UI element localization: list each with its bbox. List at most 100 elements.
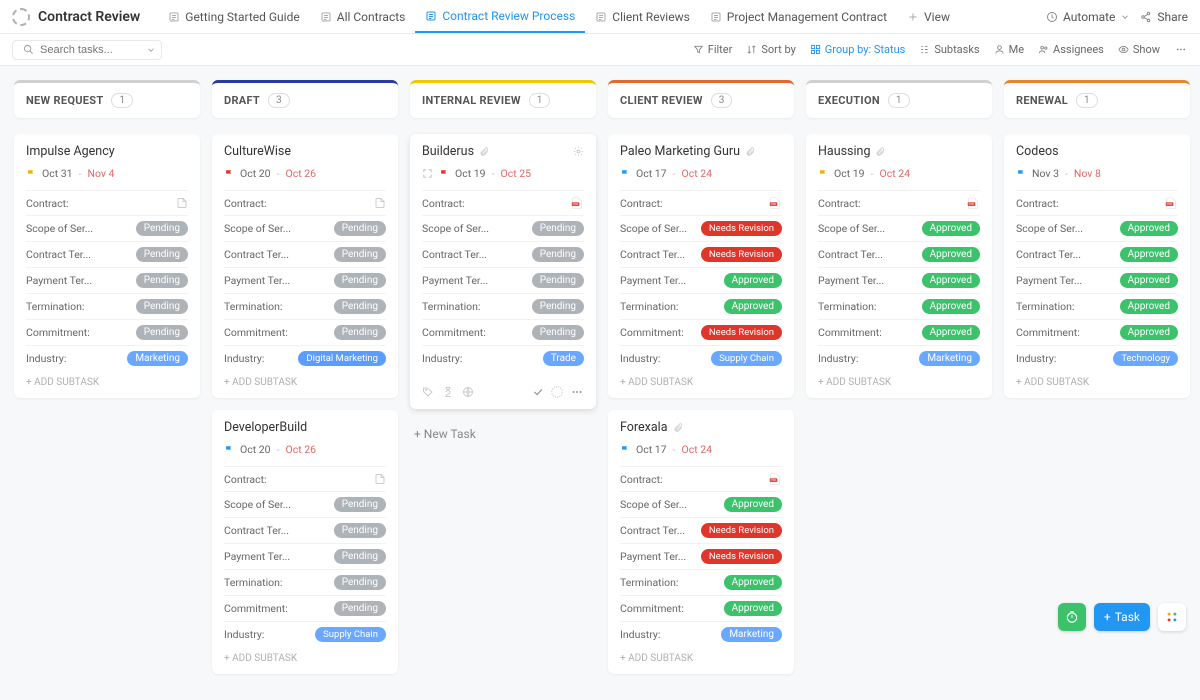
sortby-button[interactable]: Sort by — [746, 43, 795, 56]
field-label: Contract Ter... — [224, 248, 289, 261]
column-header[interactable]: CLIENT REVIEW3 — [608, 80, 794, 118]
svg-text:PDF: PDF — [771, 478, 777, 482]
groupby-button[interactable]: Group by: Status — [810, 43, 906, 56]
field-label: Contract: — [26, 197, 69, 210]
flag-icon[interactable] — [26, 169, 36, 179]
column-header[interactable]: NEW REQUEST1 — [14, 80, 200, 118]
field-label: Termination: — [26, 300, 84, 313]
field-row: Scope of Ser...Approved — [1016, 215, 1178, 241]
card-dates: Oct 19-Oct 24 — [818, 167, 980, 180]
apps-fab[interactable] — [1158, 603, 1186, 631]
subtasks-button[interactable]: Subtasks — [919, 43, 979, 56]
field-contract: Contract:PDF — [620, 190, 782, 215]
card[interactable]: Forexala Oct 17-Oct 24Contract:PDFScope … — [608, 410, 794, 674]
field-label: Scope of Ser... — [224, 498, 291, 511]
card[interactable]: Paleo Marketing Guru Oct 17-Oct 24Contra… — [608, 134, 794, 398]
add-subtask-button[interactable]: + ADD SUBTASK — [1016, 371, 1178, 388]
field-label: Contract Ter... — [422, 248, 487, 261]
start-date: Oct 20 — [240, 167, 271, 180]
column-count: 1 — [1076, 93, 1098, 108]
card[interactable]: CultureWiseOct 20-Oct 26Contract:Scope o… — [212, 134, 398, 398]
field-contract: Contract:PDF — [620, 466, 782, 491]
add-subtask-button[interactable]: + ADD SUBTASK — [26, 371, 188, 388]
attach-icon — [479, 147, 489, 157]
card[interactable]: Builderus Oct 19-Oct 25Contract:PDFScope… — [410, 134, 596, 409]
expand-icon[interactable] — [422, 168, 433, 179]
search-input[interactable] — [40, 44, 140, 56]
header-right: Automate Share — [1046, 10, 1188, 24]
link-icon[interactable] — [462, 386, 474, 398]
field-row: Contract Ter...Pending — [422, 241, 584, 267]
share-icon — [1140, 11, 1152, 23]
status-badge: Pending — [532, 299, 584, 314]
new-task-fab[interactable]: + Task — [1094, 603, 1150, 631]
flag-icon[interactable] — [620, 445, 630, 455]
field-row: Contract Ter...Needs Revision — [620, 517, 782, 543]
column-header[interactable]: EXECUTION1 — [806, 80, 992, 118]
field-row: Commitment:Approved — [818, 319, 980, 345]
field-row: Industry:Marketing — [620, 621, 782, 647]
field-row: Termination:Approved — [1016, 293, 1178, 319]
gear-icon[interactable] — [573, 146, 584, 157]
flag-icon[interactable] — [439, 169, 449, 179]
column-header[interactable]: INTERNAL REVIEW1 — [410, 80, 596, 118]
field-label: Payment Ter... — [422, 274, 488, 287]
automate-button[interactable]: Automate — [1046, 10, 1130, 24]
field-label: Industry: — [620, 352, 660, 365]
status-badge: Approved — [724, 299, 782, 314]
status-badge: Approved — [1120, 299, 1178, 314]
field-label: Scope of Ser... — [818, 222, 885, 235]
card[interactable]: Impulse AgencyOct 31-Nov 4Contract:Scope… — [14, 134, 200, 398]
card[interactable]: CodeosNov 3-Nov 8Contract:PDFScope of Se… — [1004, 134, 1190, 398]
show-button[interactable]: Show — [1118, 43, 1160, 56]
list-icon — [425, 10, 437, 22]
assignee-circle[interactable] — [550, 385, 564, 399]
add-subtask-button[interactable]: + ADD SUBTASK — [224, 647, 386, 664]
hourglass-icon[interactable] — [442, 386, 454, 398]
more-button[interactable] — [1174, 44, 1188, 55]
card[interactable]: DeveloperBuildOct 20-Oct 26Contract:Scop… — [212, 410, 398, 674]
tab-getting-started-guide[interactable]: Getting Started Guide — [158, 0, 309, 33]
column-header[interactable]: RENEWAL1 — [1004, 80, 1190, 118]
list-icon — [168, 11, 180, 23]
status-badge: Approved — [1120, 247, 1178, 262]
add-subtask-button[interactable]: + ADD SUBTASK — [620, 647, 782, 664]
column-header[interactable]: DRAFT3 — [212, 80, 398, 118]
me-button[interactable]: Me — [994, 43, 1024, 56]
more-icon[interactable] — [570, 386, 584, 398]
new-task-button[interactable]: + New Task — [410, 421, 596, 447]
add-subtask-button[interactable]: + ADD SUBTASK — [620, 371, 782, 388]
card[interactable]: Haussing Oct 19-Oct 24Contract:PDFScope … — [806, 134, 992, 398]
flag-icon[interactable] — [224, 169, 234, 179]
timer-fab[interactable] — [1058, 603, 1086, 631]
svg-text:PDF: PDF — [969, 202, 975, 206]
filter-button[interactable]: Filter — [693, 43, 733, 56]
add-view-tab[interactable]: View — [897, 0, 960, 33]
assignees-button[interactable]: Assignees — [1038, 43, 1104, 56]
search-box[interactable] — [12, 40, 162, 60]
field-label: Scope of Ser... — [26, 222, 93, 235]
status-badge: Digital Marketing — [298, 351, 386, 366]
tab-contract-review-process[interactable]: Contract Review Process — [415, 0, 585, 33]
check-icon[interactable] — [532, 386, 544, 398]
tag-icon[interactable] — [422, 386, 434, 398]
add-subtask-button[interactable]: + ADD SUBTASK — [224, 371, 386, 388]
field-row: Termination:Approved — [620, 569, 782, 595]
flag-icon[interactable] — [620, 169, 630, 179]
flag-icon[interactable] — [1016, 169, 1026, 179]
status-badge: Approved — [1120, 325, 1178, 340]
start-date: Oct 17 — [636, 167, 667, 180]
share-button[interactable]: Share — [1140, 10, 1188, 24]
tab-client-reviews[interactable]: Client Reviews — [585, 0, 700, 33]
card-title: Haussing — [818, 144, 980, 159]
start-date: Oct 17 — [636, 443, 667, 456]
tab-project-management-contract[interactable]: Project Management Contract — [700, 0, 897, 33]
add-subtask-button[interactable]: + ADD SUBTASK — [818, 371, 980, 388]
flag-icon[interactable] — [818, 169, 828, 179]
field-label: Contract: — [224, 473, 267, 486]
flag-icon[interactable] — [224, 445, 234, 455]
field-label: Industry: — [224, 352, 264, 365]
field-row: Commitment:Pending — [224, 319, 386, 345]
field-label: Commitment: — [620, 326, 684, 339]
tab-all-contracts[interactable]: All Contracts — [310, 0, 416, 33]
